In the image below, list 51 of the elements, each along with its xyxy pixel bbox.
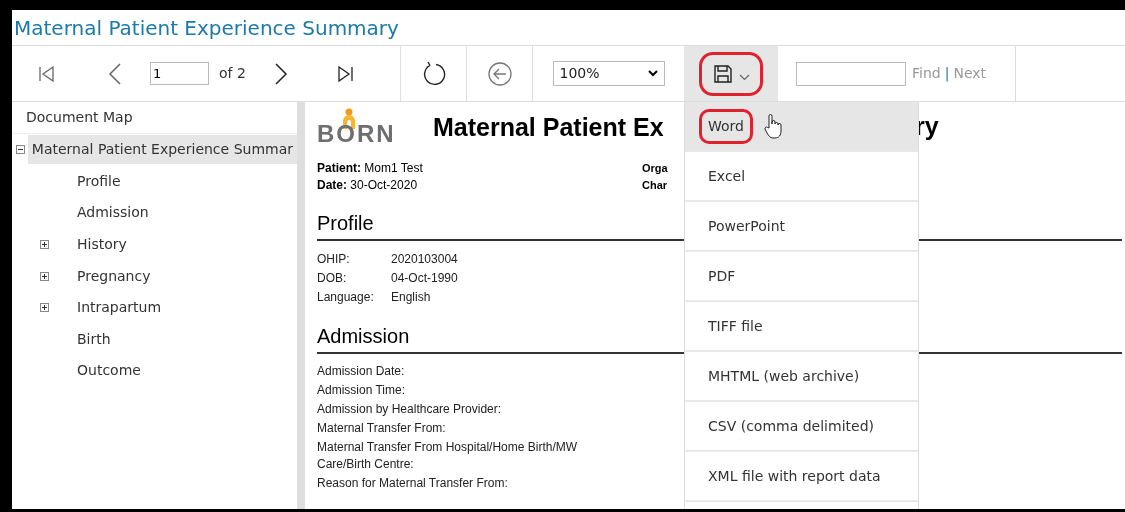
section-heading: Admission [317,325,410,347]
collapse-icon[interactable] [16,145,25,155]
document-map-item[interactable]: Admission [77,198,149,228]
back-icon[interactable] [487,61,512,86]
field-value: 2020103004 [391,251,458,268]
field-label: Reason for Maternal Transfer From: [317,475,509,492]
document-map-item[interactable]: Maternal Patient Experience Summar [27,135,297,165]
chevron-icon [647,70,658,77]
logo: BORN [317,106,399,146]
document-map-item[interactable]: Profile [77,166,121,196]
field-value: 04-Oct-1990 [391,270,458,287]
field-label: DOB: [317,270,348,287]
last-page-icon[interactable] [335,64,354,83]
patient-line: Patient: Mom1 Test [317,160,424,177]
field-label: Maternal Transfer From Hospital/Home Birth/MW Care/Birth Centre: [317,439,579,473]
previous-page-icon[interactable] [108,62,122,85]
expand-icon[interactable] [40,240,49,250]
first-page-icon[interactable] [38,64,56,83]
refresh-icon[interactable] [421,60,446,87]
section-heading: Profile [317,212,374,234]
export-button[interactable] [699,51,763,96]
save-icon [712,63,733,84]
field-label: Admission Time: [317,382,407,399]
header-label: Orga [642,161,668,176]
zoom-select[interactable]: 100% [552,61,665,86]
document-map-item[interactable]: Birth [77,324,111,354]
export-menu-item[interactable]: Word [685,102,918,152]
expand-icon[interactable] [40,303,49,313]
link-separator: | [944,64,950,84]
document-map-item[interactable]: Outcome [77,356,141,386]
field-label: OHIP: [317,251,351,268]
field-label: Admission by Healthcare Provider: [317,401,503,418]
document-map-item[interactable]: History [77,230,127,260]
caret-icon [738,74,750,81]
hand-cursor-icon [763,113,783,139]
document-map-item[interactable]: Pregnancy [77,261,151,291]
header-label: Char [642,178,668,193]
find-field[interactable] [796,61,906,86]
page-number-field[interactable]: 1 [150,62,209,85]
date-line: Date: 30-Oct-2020 [317,177,419,194]
report-title: Maternal Patient Ex [433,115,664,140]
expand-icon[interactable] [40,271,49,281]
field-label: Admission Date: [317,363,406,380]
document-map-title: Document Map [26,108,133,127]
next-page-icon[interactable] [273,62,288,85]
field-label: Maternal Transfer From: [317,420,447,437]
document-map-item[interactable]: Intrapartum [77,293,162,323]
page-count: of 2 [219,64,246,83]
field-label: Language: [317,289,375,306]
window-title: Maternal Patient Experience Summary [13,14,399,42]
field-value: English [391,289,431,306]
